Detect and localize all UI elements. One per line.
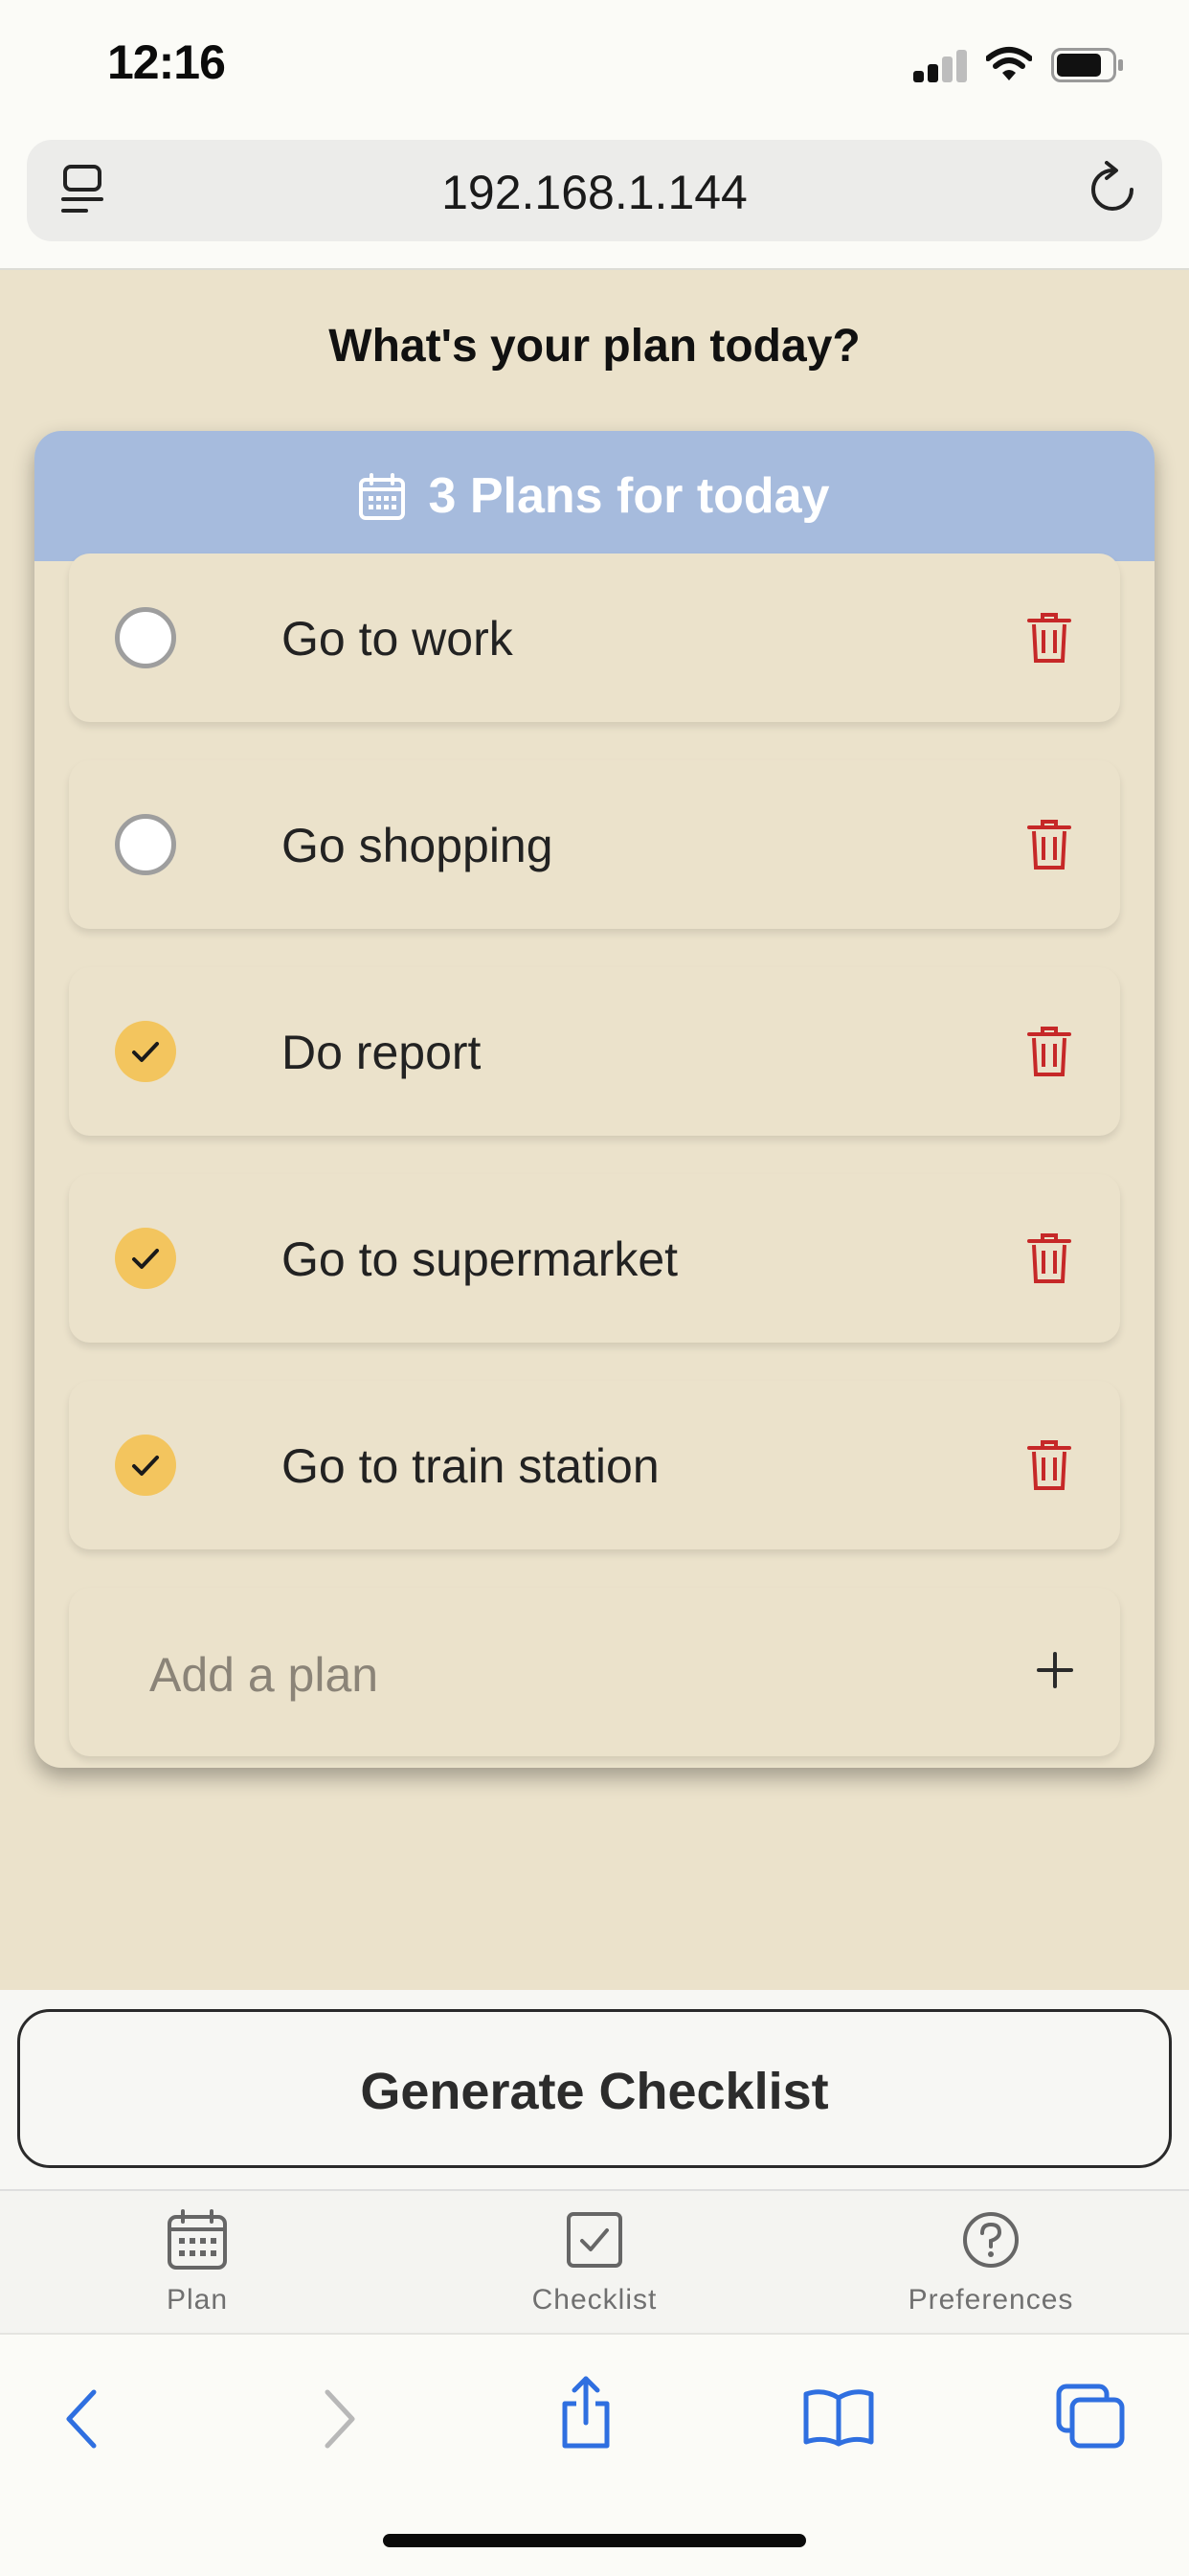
card-title-text: 3 Plans for today xyxy=(428,468,830,524)
status-time: 12:16 xyxy=(107,35,226,89)
generate-checklist-label: Generate Checklist xyxy=(360,2063,829,2120)
add-plan-input[interactable]: Add a plan xyxy=(149,1647,378,1703)
forward-icon[interactable] xyxy=(320,2388,358,2450)
plans-card: 3 Plans for today Go to work Go shopping… xyxy=(34,431,1155,1768)
plan-label: Go to supermarket xyxy=(281,1232,679,1286)
plan-row[interactable]: Go to supermarket xyxy=(69,1174,1120,1343)
bookmarks-icon[interactable] xyxy=(802,2386,875,2448)
checkbox-checked[interactable] xyxy=(115,1021,176,1082)
trash-icon[interactable] xyxy=(1026,1438,1072,1492)
address-bar[interactable]: 192.168.1.144 xyxy=(27,140,1162,241)
battery-icon xyxy=(1051,48,1124,82)
plan-row[interactable]: Go shopping xyxy=(69,760,1120,929)
checkbox-checked[interactable] xyxy=(115,1228,176,1289)
card-title: 3 Plans for today xyxy=(34,467,1155,525)
checkbox-icon xyxy=(567,2212,622,2268)
add-plan-row[interactable]: Add a plan xyxy=(69,1588,1120,1756)
checkbox-checked[interactable] xyxy=(115,1435,176,1496)
tab-preferences[interactable]: Preferences xyxy=(847,2208,1134,2316)
generate-checklist-button[interactable]: Generate Checklist xyxy=(17,2009,1172,2168)
signal-icon xyxy=(913,50,969,82)
share-icon[interactable] xyxy=(557,2375,615,2452)
checkbox-unchecked[interactable] xyxy=(115,607,176,668)
back-icon[interactable] xyxy=(63,2388,101,2450)
card-header: 3 Plans for today xyxy=(34,431,1155,561)
tab-checklist-label: Checklist xyxy=(531,2284,658,2316)
status-bar: 12:16 xyxy=(0,0,1189,134)
trash-icon[interactable] xyxy=(1026,611,1072,665)
plan-row[interactable]: Go to train station xyxy=(69,1381,1120,1549)
checkmark-icon xyxy=(132,1249,159,1269)
plus-icon[interactable] xyxy=(1036,1651,1074,1689)
page-heading: What's your plan today? xyxy=(328,321,861,372)
trash-icon[interactable] xyxy=(1026,818,1072,871)
plan-label: Go shopping xyxy=(281,819,553,872)
tabs-icon[interactable] xyxy=(1055,2383,1126,2450)
plan-row[interactable]: Do report xyxy=(69,967,1120,1136)
plan-label: Do report xyxy=(281,1026,482,1079)
trash-icon[interactable] xyxy=(1026,1025,1072,1078)
trash-icon[interactable] xyxy=(1026,1232,1072,1285)
checkbox-unchecked[interactable] xyxy=(115,814,176,875)
plan-label: Go to work xyxy=(281,612,513,666)
wifi-icon xyxy=(986,47,1032,80)
home-indicator xyxy=(383,2534,806,2547)
calendar-icon xyxy=(168,2209,227,2270)
reload-icon[interactable] xyxy=(1086,161,1139,218)
url-text[interactable]: 192.168.1.144 xyxy=(27,165,1162,220)
checkmark-icon xyxy=(132,1456,159,1476)
question-icon xyxy=(963,2212,1019,2268)
checkmark-icon xyxy=(132,1042,159,1062)
plan-label: Go to train station xyxy=(281,1439,660,1493)
plan-row[interactable]: Go to work xyxy=(69,554,1120,722)
tab-preferences-label: Preferences xyxy=(908,2284,1074,2316)
tab-plan[interactable]: Plan xyxy=(54,2208,341,2316)
tab-plan-label: Plan xyxy=(166,2284,229,2316)
app-tabbar: Plan Checklist Preferences xyxy=(0,2189,1189,2335)
tab-checklist[interactable]: Checklist xyxy=(451,2208,738,2316)
